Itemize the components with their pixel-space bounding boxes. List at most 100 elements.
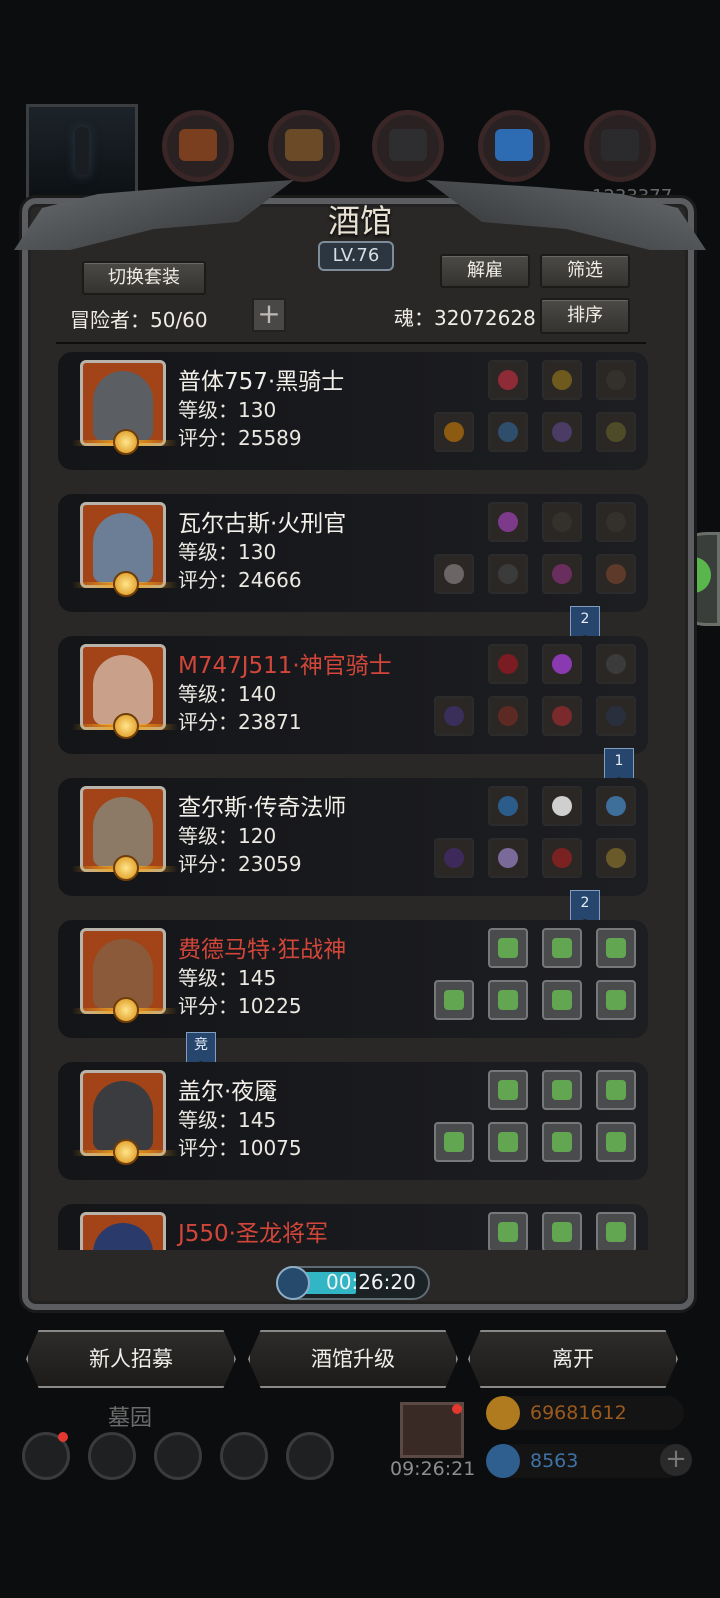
- equipment-slot[interactable]: [488, 412, 528, 452]
- adventurer-score: 评分：23059: [178, 852, 302, 876]
- empty-equip-slot[interactable]: [488, 1212, 528, 1250]
- dismiss-button[interactable]: 解雇: [440, 254, 530, 288]
- mail-icon[interactable]: [220, 1432, 268, 1480]
- equipment-slot[interactable]: [542, 838, 582, 878]
- adventurer-name: 费德马特·狂战神: [178, 937, 347, 963]
- equipment-slot[interactable]: [596, 554, 636, 594]
- upgrade-tavern-button[interactable]: 酒馆升级: [248, 1330, 458, 1388]
- adventurer-level: 等级：130: [178, 540, 277, 564]
- sort-button[interactable]: 排序: [540, 298, 630, 334]
- equipment-slot[interactable]: [488, 644, 528, 684]
- empty-equip-slot[interactable]: [542, 928, 582, 968]
- empty-equip-slot[interactable]: [596, 1070, 636, 1110]
- rank-emblem-icon: [72, 570, 178, 600]
- equipment-slot[interactable]: [542, 360, 582, 400]
- equipment-slot[interactable]: [488, 502, 528, 542]
- empty-equip-slot[interactable]: [596, 1122, 636, 1162]
- adventurer-level: 等级：145: [178, 1108, 277, 1132]
- empty-equip-slot[interactable]: [542, 1070, 582, 1110]
- tavern-level-badge: LV.76: [318, 241, 394, 271]
- equipment-slot[interactable]: [488, 838, 528, 878]
- add-slot-button[interactable]: +: [252, 298, 286, 332]
- equipment-slot[interactable]: [434, 696, 474, 736]
- leather-icon[interactable]: [162, 110, 234, 182]
- clock-icon: [276, 1266, 310, 1300]
- empty-equip-slot[interactable]: [488, 1122, 528, 1162]
- equipment-slot[interactable]: [596, 502, 636, 542]
- adventurer-card[interactable]: M747J511·神官骑士 等级：140 评分：23871: [58, 636, 648, 754]
- recruit-button[interactable]: 新人招募: [26, 1330, 236, 1388]
- gem-counter: 8563: [486, 1444, 684, 1478]
- equipment-slot[interactable]: [542, 786, 582, 826]
- empty-equip-slot[interactable]: [434, 1122, 474, 1162]
- equipment-slot[interactable]: [542, 644, 582, 684]
- empty-equip-slot[interactable]: [488, 928, 528, 968]
- iron-icon[interactable]: [372, 110, 444, 182]
- adventurer-card[interactable]: 查尔斯·传奇法师 等级：120 评分：23059: [58, 778, 648, 896]
- equipment-slot[interactable]: [596, 786, 636, 826]
- equipment-slot[interactable]: [542, 412, 582, 452]
- adventurer-score: 评分：23871: [178, 710, 302, 734]
- empty-equip-slot[interactable]: [542, 980, 582, 1020]
- empty-equip-slot[interactable]: [488, 980, 528, 1020]
- equipment-slot[interactable]: [434, 412, 474, 452]
- equipment-slot[interactable]: [488, 786, 528, 826]
- adventurer-name: 普体757·黑骑士: [178, 369, 345, 395]
- adventurer-card[interactable]: 盖尔·夜魇 等级：145 评分：10075: [58, 1062, 648, 1180]
- adventurer-name: 查尔斯·传奇法师: [178, 795, 347, 821]
- switch-outfit-button[interactable]: 切换套装: [82, 261, 206, 295]
- empty-equip-slot[interactable]: [488, 1070, 528, 1110]
- adventurer-card[interactable]: 瓦尔古斯·火刑官 等级：130 评分：24666: [58, 494, 648, 612]
- wood-icon[interactable]: [268, 110, 340, 182]
- emblem-icon[interactable]: [88, 1432, 136, 1480]
- equipment-slot[interactable]: [596, 644, 636, 684]
- equipment-slot[interactable]: [434, 838, 474, 878]
- adventurer-portrait[interactable]: [80, 1212, 166, 1250]
- equipment-slot[interactable]: [596, 838, 636, 878]
- gold-coin-icon: [486, 1396, 520, 1430]
- adventurer-level: 等级：120: [178, 824, 277, 848]
- adventurer-level: 等级：130: [178, 398, 277, 422]
- gift-timer: 09:26:21: [390, 1458, 476, 1480]
- equipment-slot[interactable]: [596, 360, 636, 400]
- adventurer-name: 盖尔·夜魇: [178, 1079, 278, 1105]
- adventurer-list[interactable]: 普体757·黑骑士 等级：130 评分：25589 瓦尔古斯·火刑官 等级：130 评分：…: [46, 348, 658, 1250]
- leave-button[interactable]: 离开: [468, 1330, 678, 1388]
- adventurer-card[interactable]: 普体757·黑骑士 等级：130 评分：25589: [58, 352, 648, 470]
- equipment-slot[interactable]: [596, 696, 636, 736]
- stone-icon[interactable]: [584, 110, 656, 182]
- equipment-slot[interactable]: [488, 360, 528, 400]
- empty-equip-slot[interactable]: [596, 980, 636, 1020]
- crystal-icon[interactable]: [478, 110, 550, 182]
- equipment-slot[interactable]: [542, 696, 582, 736]
- empty-equip-slot[interactable]: [542, 1212, 582, 1250]
- map-icon[interactable]: [286, 1432, 334, 1480]
- refresh-timer: 00:26:20: [326, 1270, 416, 1294]
- adventurer-level: 等级：145: [178, 966, 277, 990]
- adventurer-score: 评分：24666: [178, 568, 302, 592]
- equipment-slot[interactable]: [488, 696, 528, 736]
- adventurer-card[interactable]: J550·圣龙将军: [58, 1204, 648, 1250]
- add-gems-button[interactable]: +: [660, 1444, 692, 1476]
- adventurer-card[interactable]: 费德马特·狂战神 等级：145 评分：10225: [58, 920, 648, 1038]
- empty-equip-slot[interactable]: [434, 980, 474, 1020]
- equipment-slot[interactable]: [434, 554, 474, 594]
- empty-equip-slot[interactable]: [542, 1122, 582, 1162]
- equipment-slot[interactable]: [542, 554, 582, 594]
- lighthouse-portrait-icon[interactable]: [26, 104, 138, 200]
- equipment-slot[interactable]: [488, 554, 528, 594]
- gift-notification-dot: [452, 1404, 462, 1414]
- rank-emblem-icon: [72, 1138, 178, 1168]
- portrait-face: [93, 1223, 153, 1250]
- soul-count: 魂：32072628: [394, 306, 536, 330]
- adventurer-name: J550·圣龙将军: [178, 1221, 328, 1247]
- rank-emblem-icon: [72, 854, 178, 884]
- empty-equip-slot[interactable]: [596, 928, 636, 968]
- cemetery-label: 墓园: [108, 1406, 153, 1431]
- equipment-slot[interactable]: [596, 412, 636, 452]
- empty-equip-slot[interactable]: [596, 1212, 636, 1250]
- equipment-slot[interactable]: [542, 502, 582, 542]
- adventurer-score: 评分：10225: [178, 994, 302, 1018]
- filter-button[interactable]: 筛选: [540, 254, 630, 288]
- book-icon[interactable]: [154, 1432, 202, 1480]
